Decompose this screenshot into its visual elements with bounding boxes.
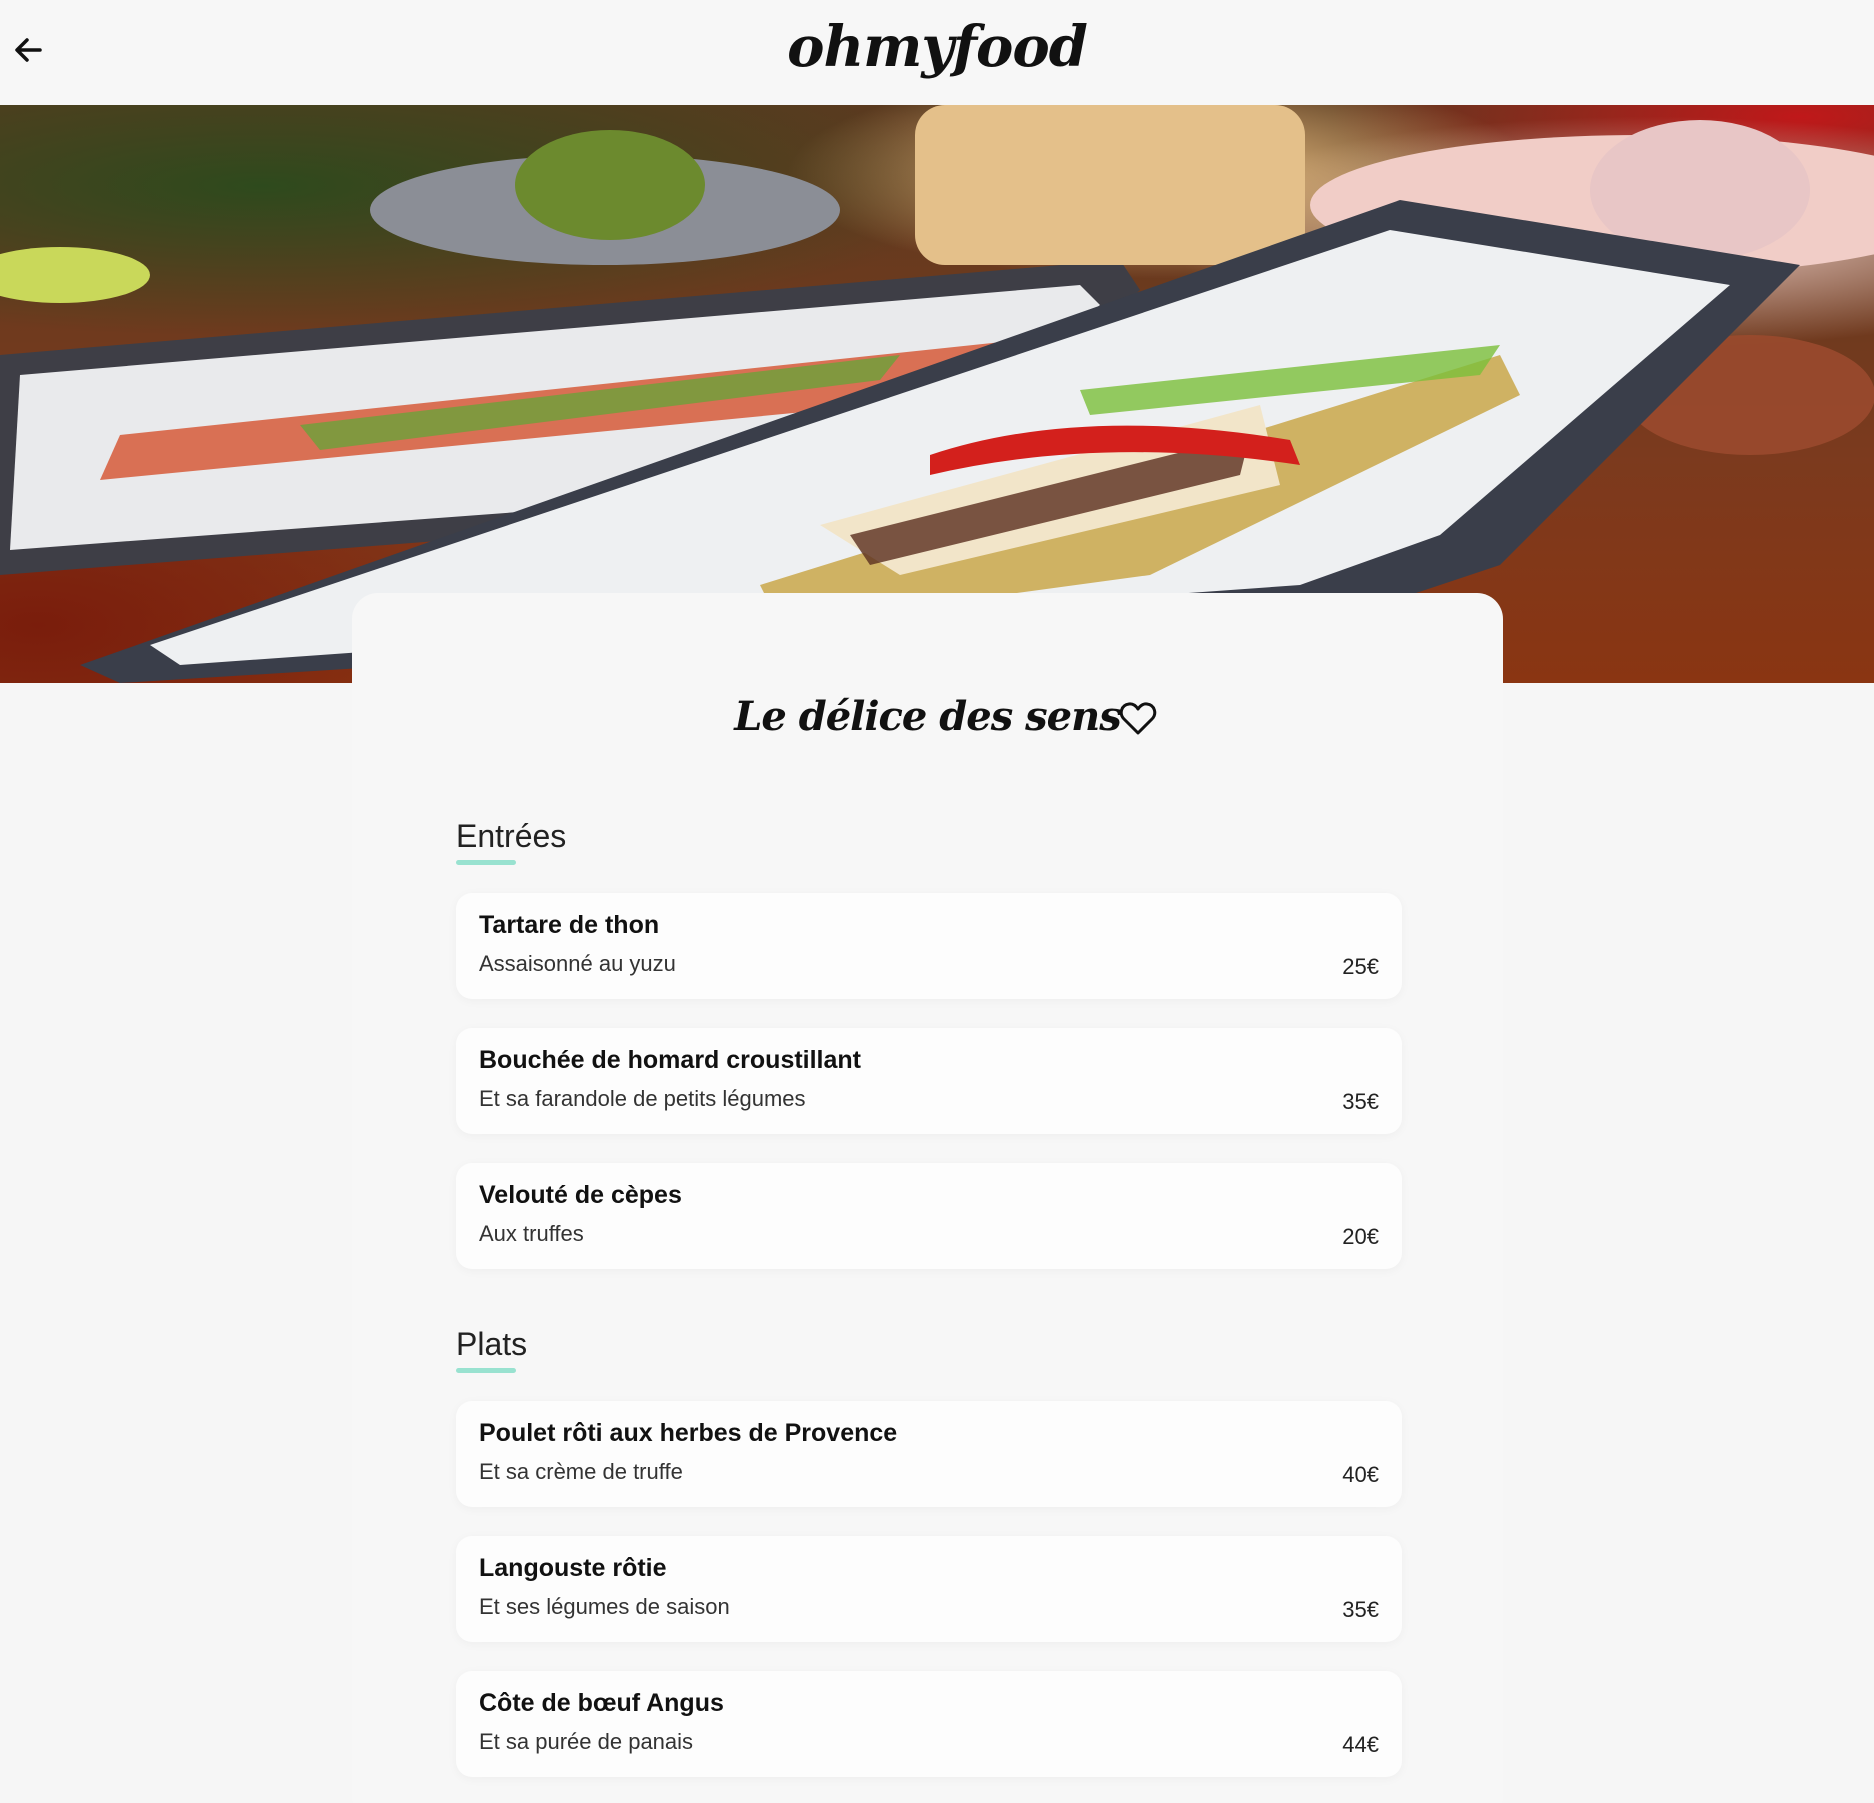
dish-price: 40€ bbox=[1342, 1462, 1379, 1487]
heart-outline-icon bbox=[1119, 702, 1157, 735]
dish-description: Et ses légumes de saison bbox=[479, 1594, 730, 1619]
menu-card: Le délice des sens Entrées Tartare de th… bbox=[352, 593, 1503, 1803]
restaurant-title: Le délice des sens bbox=[734, 693, 1121, 740]
section-underline bbox=[456, 1368, 516, 1373]
dish-card[interactable]: Bouchée de homard croustillant Et sa far… bbox=[456, 1028, 1402, 1134]
dish-name: Velouté de cèpes bbox=[479, 1181, 682, 1209]
dish-card[interactable]: Tartare de thon Assaisonné au yuzu 25€ bbox=[456, 893, 1402, 999]
dish-price: 25€ bbox=[1342, 954, 1379, 979]
dish-card[interactable]: Côte de bœuf Angus Et sa purée de panais… bbox=[456, 1671, 1402, 1777]
dish-name: Côte de bœuf Angus bbox=[479, 1689, 724, 1717]
dish-description: Aux truffes bbox=[479, 1221, 584, 1246]
dish-description: Et sa purée de panais bbox=[479, 1729, 694, 1754]
dish-price: 35€ bbox=[1342, 1089, 1379, 1114]
logo[interactable]: ohmyfood bbox=[0, 14, 1874, 80]
section-title-plats: Plats bbox=[456, 1326, 528, 1362]
dish-name: Tartare de thon bbox=[479, 911, 660, 939]
dish-description: Assaisonné au yuzu bbox=[479, 951, 676, 976]
dish-card[interactable]: Poulet rôti aux herbes de Provence Et sa… bbox=[456, 1401, 1402, 1507]
section-title-entrees: Entrées bbox=[456, 818, 567, 854]
dish-price: 20€ bbox=[1342, 1224, 1379, 1249]
favorite-button[interactable] bbox=[1119, 701, 1157, 737]
header: ohmyfood bbox=[0, 0, 1874, 105]
dish-card[interactable]: Velouté de cèpes Aux truffes 20€ bbox=[456, 1163, 1402, 1269]
dish-name: Bouchée de homard croustillant bbox=[479, 1046, 862, 1074]
dish-name: Poulet rôti aux herbes de Provence bbox=[479, 1419, 898, 1447]
dish-name: Langouste rôtie bbox=[479, 1554, 667, 1582]
dish-description: Et sa farandole de petits légumes bbox=[479, 1086, 806, 1111]
title-row: Le délice des sens bbox=[352, 693, 1503, 753]
dish-card[interactable]: Langouste rôtie Et ses légumes de saison… bbox=[456, 1536, 1402, 1642]
section-underline bbox=[456, 860, 516, 865]
restaurant-page: ohmyfood Le délice des sens Entrées Tart… bbox=[0, 0, 1874, 1803]
dish-price: 44€ bbox=[1342, 1732, 1379, 1757]
dish-description: Et sa crème de truffe bbox=[479, 1459, 683, 1484]
dish-price: 35€ bbox=[1342, 1597, 1379, 1622]
